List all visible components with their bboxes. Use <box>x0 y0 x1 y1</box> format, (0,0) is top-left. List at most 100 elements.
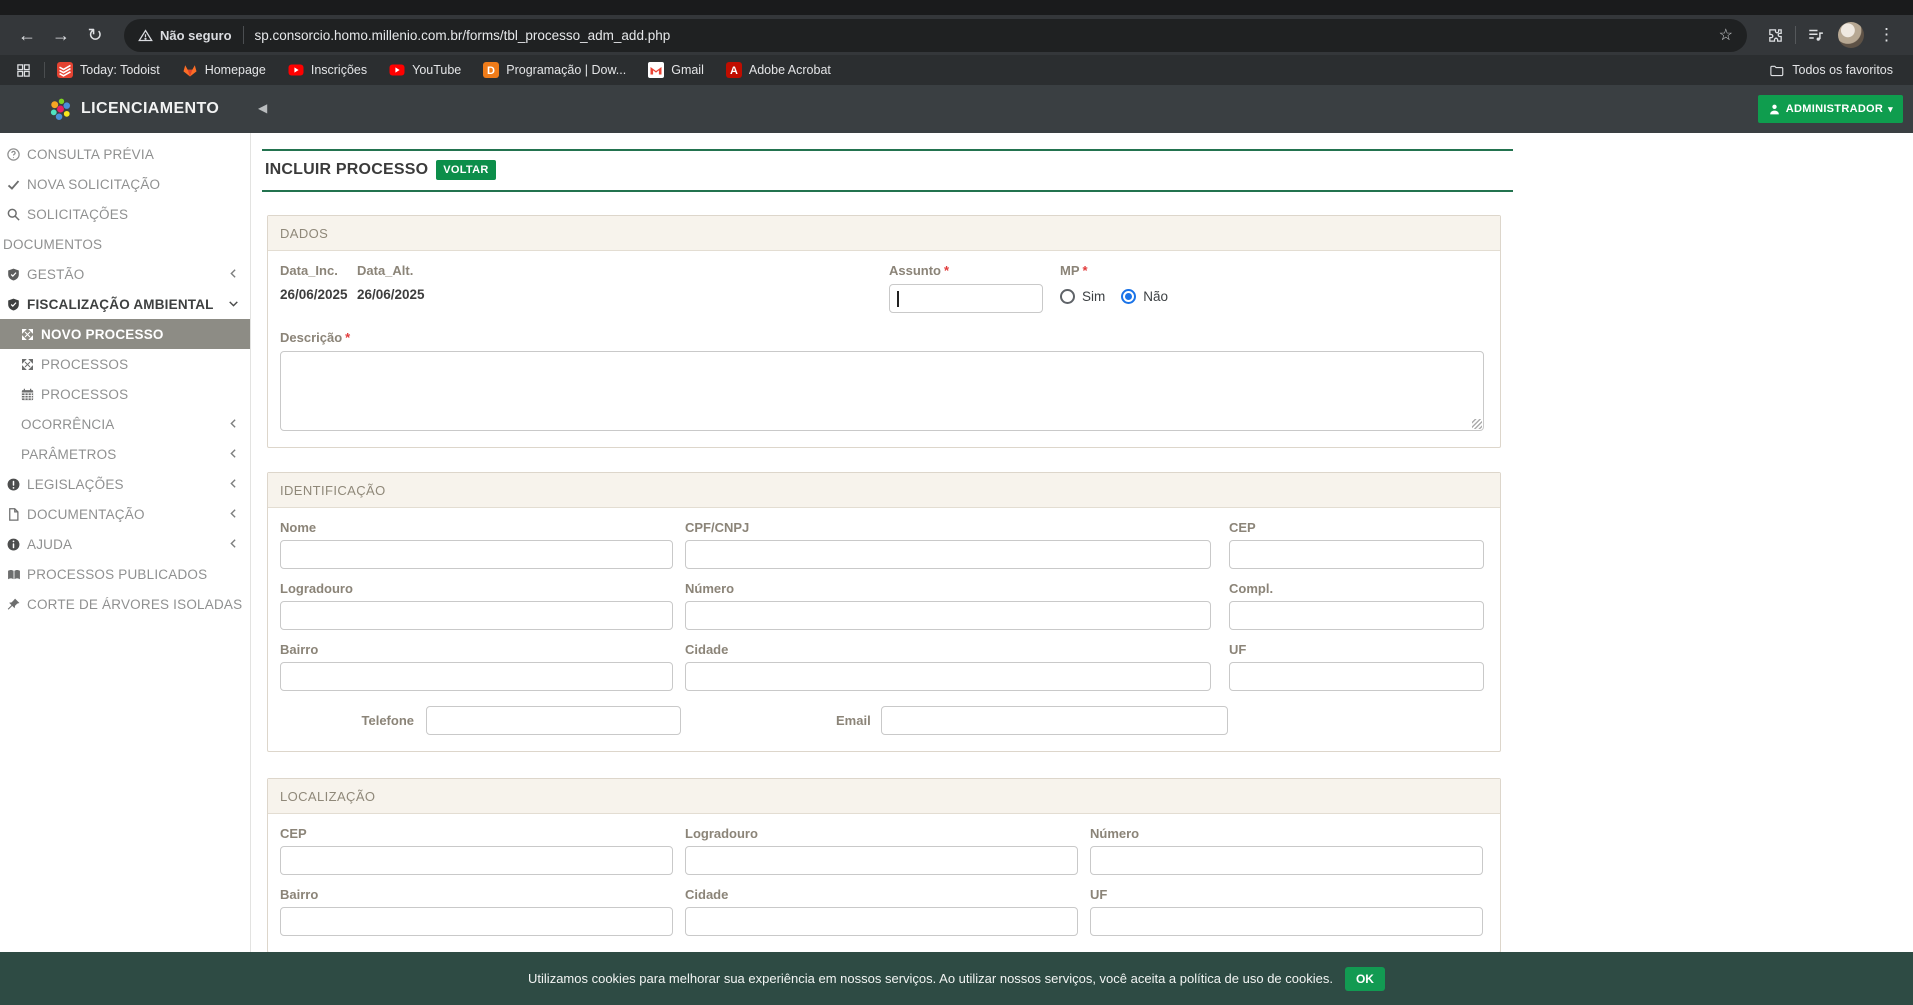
youtube-icon <box>288 64 304 76</box>
caret-down-icon: ▾ <box>1888 103 1893 114</box>
compl-input[interactable] <box>1229 601 1484 630</box>
loc-cep-input[interactable] <box>280 846 673 875</box>
back-icon[interactable]: ← <box>10 20 44 50</box>
mp-sim-radio[interactable] <box>1060 289 1075 304</box>
url-text[interactable]: sp.consorcio.homo.millenio.com.br/forms/… <box>255 28 1711 43</box>
uf-input[interactable] <box>1229 662 1484 691</box>
sidebar-item-fiscalizacao-ambiental[interactable]: FISCALIZAÇÃO AMBIENTAL <box>0 289 250 319</box>
bookmark-label: YouTube <box>412 63 462 77</box>
svg-text:D: D <box>487 65 495 77</box>
bookmark-label: Homepage <box>204 63 266 77</box>
apps-grid-icon[interactable] <box>12 55 34 85</box>
dados-panel: DADOS Data_Inc. 26/06/2025 Data_Alt. 26/… <box>267 215 1501 448</box>
sidebar-item-label: FISCALIZAÇÃO AMBIENTAL <box>27 296 214 312</box>
security-chip[interactable]: Não seguro <box>138 28 232 43</box>
resize-grip[interactable] <box>1472 419 1482 429</box>
app-logo-icon <box>50 98 71 120</box>
chevron-down-icon <box>227 297 240 310</box>
sidebar-item-gestao[interactable]: GESTÃO <box>0 259 250 289</box>
user-menu-button[interactable]: ADMINISTRADOR ▾ <box>1757 95 1903 123</box>
assunto-input[interactable] <box>889 284 1043 313</box>
bookmark-programacao[interactable]: D Programação | Dow... <box>483 62 626 78</box>
app-logo: LICENCIAMENTO <box>0 97 250 122</box>
chevron-left-icon <box>227 537 240 550</box>
logradouro-input[interactable] <box>280 601 673 630</box>
mp-sim-label: Sim <box>1082 289 1106 304</box>
bookmark-youtube[interactable]: YouTube <box>389 62 461 78</box>
sidebar-item-corte-arvores[interactable]: CORTE DE ÁRVORES ISOLADAS <box>0 589 250 619</box>
search-icon <box>6 206 22 222</box>
loc-cidade-input[interactable] <box>685 907 1078 936</box>
reload-icon[interactable]: ↻ <box>78 20 112 50</box>
descricao-label: Descrição * <box>280 330 351 345</box>
cookie-ok-button[interactable]: OK <box>1344 966 1385 991</box>
sidebar-item-ajuda[interactable]: AJUDA <box>0 529 250 559</box>
app-header: LICENCIAMENTO ◀ ADMINISTRADOR ▾ <box>0 85 1913 133</box>
loc-bairro-label: Bairro <box>280 887 319 902</box>
mp-nao-radio[interactable] <box>1121 289 1137 304</box>
user-menu-label: ADMINISTRADOR <box>1785 103 1884 115</box>
sidebar: CONSULTA PRÉVIA NOVA SOLICITAÇÃO SOLICIT… <box>0 133 251 1005</box>
sidebar-item-documentos[interactable]: DOCUMENTOS <box>0 229 250 259</box>
loc-numero-label: Número <box>1090 826 1140 841</box>
user-icon <box>1769 104 1779 114</box>
browser-menu-icon[interactable]: ⋮ <box>1870 25 1903 45</box>
assunto-label: Assunto * <box>889 263 950 278</box>
sidebar-item-ocorrencia[interactable]: OCORRÊNCIA <box>0 409 250 439</box>
all-bookmarks-button[interactable]: Todos os favoritos <box>1769 63 1901 78</box>
data-alt-label: Data_Alt. <box>357 263 414 278</box>
bookmark-todoist[interactable]: Today: Todoist <box>57 62 160 78</box>
sidebar-item-documentacao[interactable]: DOCUMENTAÇÃO <box>0 499 250 529</box>
sidebar-item-processos-lista[interactable]: PROCESSOS <box>0 379 250 409</box>
cpf-cnpj-input[interactable] <box>685 540 1211 569</box>
sidebar-item-label: NOVA SOLICITAÇÃO <box>27 176 161 192</box>
bookmark-inscricoes[interactable]: Inscrições <box>288 62 367 78</box>
loc-numero-input[interactable] <box>1090 846 1483 875</box>
loc-bairro-input[interactable] <box>280 907 673 936</box>
descricao-textarea[interactable] <box>280 351 1484 431</box>
extensions-icon[interactable] <box>1759 20 1791 50</box>
data-inc-value: 26/06/2025 <box>280 287 348 302</box>
bookmarks-bar: Today: Todoist Homepage Inscrições YouTu… <box>0 55 1913 85</box>
bookmark-label: Gmail <box>671 63 704 77</box>
sidebar-item-processos-publicados[interactable]: PROCESSOS PUBLICADOS <box>0 559 250 589</box>
sidebar-item-consulta-previa[interactable]: CONSULTA PRÉVIA <box>0 139 250 169</box>
bookmark-gmail[interactable]: Gmail <box>648 62 704 78</box>
telefone-input[interactable] <box>426 706 681 735</box>
loc-logradouro-input[interactable] <box>685 846 1078 875</box>
profile-avatar[interactable] <box>1838 22 1864 48</box>
bookmark-homepage[interactable]: Homepage <box>182 62 266 78</box>
address-bar[interactable]: Não seguro sp.consorcio.homo.millenio.co… <box>124 18 1747 52</box>
cidade-input[interactable] <box>685 662 1211 691</box>
bairro-input[interactable] <box>280 662 673 691</box>
main-content: INCLUIR PROCESSO VOLTAR DADOS Data_Inc. … <box>251 133 1913 1005</box>
voltar-button[interactable]: VOLTAR <box>436 160 496 180</box>
sidebar-item-processos[interactable]: PROCESSOS <box>0 349 250 379</box>
numero-input[interactable] <box>685 601 1211 630</box>
sidebar-collapse-icon[interactable]: ◀ <box>258 101 267 115</box>
pushpin-icon <box>6 596 22 612</box>
sidebar-item-nova-solicitacao[interactable]: NOVA SOLICITAÇÃO <box>0 169 250 199</box>
nome-input[interactable] <box>280 540 673 569</box>
uf-label: UF <box>1229 642 1247 657</box>
required-mark: * <box>1082 263 1088 278</box>
bookmark-acrobat[interactable]: A Adobe Acrobat <box>725 62 831 78</box>
nome-label: Nome <box>280 520 317 535</box>
bookmark-star-icon[interactable]: ☆ <box>1719 25 1733 45</box>
chip-divider <box>242 26 244 44</box>
page-title: INCLUIR PROCESSO <box>265 161 429 178</box>
sidebar-item-parametros[interactable]: PARÂMETROS <box>0 439 250 469</box>
sidebar-item-label: PROCESSOS <box>41 356 129 372</box>
sidebar-item-legislacoes[interactable]: LEGISLAÇÕES <box>0 469 250 499</box>
numero-label: Número <box>685 581 735 596</box>
sidebar-item-novo-processo[interactable]: NOVO PROCESSO <box>0 319 250 349</box>
cep-input[interactable] <box>1229 540 1484 569</box>
loc-uf-input[interactable] <box>1090 907 1483 936</box>
media-controls-icon[interactable] <box>1800 20 1832 50</box>
sidebar-item-solicitacoes[interactable]: SOLICITAÇÕES <box>0 199 250 229</box>
sidebar-item-label: GESTÃO <box>27 266 85 282</box>
info-circle-icon <box>6 536 22 552</box>
identificacao-panel-header: IDENTIFICAÇÃO <box>268 473 1500 508</box>
email-input[interactable] <box>880 706 1228 735</box>
forward-icon[interactable]: → <box>44 20 78 50</box>
